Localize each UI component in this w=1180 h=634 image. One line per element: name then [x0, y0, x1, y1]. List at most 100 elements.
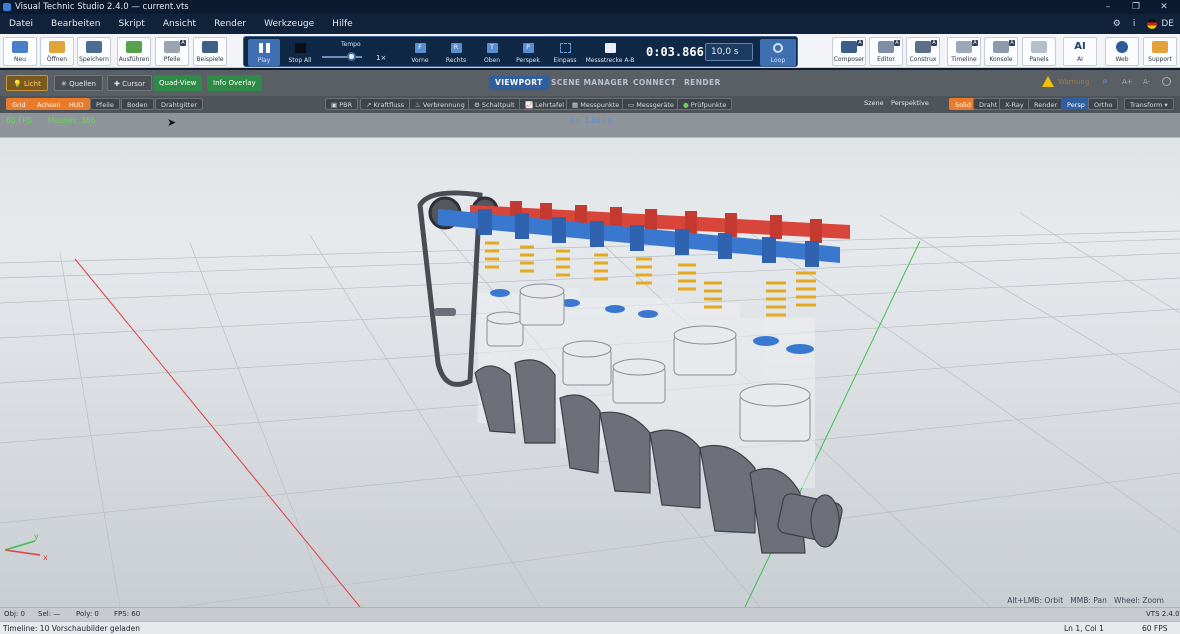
grid-toggle[interactable]: Grid	[6, 98, 32, 110]
display-options-toolbar: Grid Achsen HUD Pfeile Boden Drahtgitter…	[0, 96, 1180, 113]
pbr-toggle[interactable]: ▣ PBR	[325, 98, 359, 110]
hud-toggle[interactable]: HUD	[63, 98, 90, 110]
light-toggle[interactable]: 💡 Licht	[6, 75, 48, 91]
mouse-cursor-icon: ➤	[167, 116, 177, 129]
title-bar: Visual Technic Studio 2.4.0 — current.vt…	[0, 0, 1180, 14]
mode-xray[interactable]: X-Ray	[999, 98, 1030, 110]
projection-ortho[interactable]: Ortho	[1088, 98, 1119, 110]
duration-input[interactable]: 10,0 s	[705, 43, 753, 61]
chart-board-toggle[interactable]: 📈 Lehrtafel	[519, 98, 571, 110]
tab-viewport[interactable]: VIEWPORT	[489, 76, 549, 90]
arrows-button[interactable]: Pfeile A	[155, 37, 189, 66]
tab-scene-manager[interactable]: SCENE MANAGER	[545, 76, 635, 90]
menu-werkzeuge[interactable]: Werkzeuge	[255, 14, 323, 34]
measure-ab-button[interactable]: Messstrecke A-B	[586, 39, 634, 66]
loop-button[interactable]: Loop	[760, 39, 796, 66]
combustion-toggle[interactable]: ♨ Verbrennung	[409, 98, 471, 110]
font-decrease-button[interactable]: A-	[1143, 78, 1150, 86]
console-button[interactable]: Konsole A	[984, 37, 1018, 66]
save-button[interactable]: Speichern	[77, 37, 111, 66]
panels-icon	[1031, 41, 1047, 53]
switch-icon: ⚙	[474, 101, 482, 109]
construx-button[interactable]: Construx A	[906, 37, 940, 66]
timeline-button[interactable]: Timeline A	[947, 37, 981, 66]
shortcut-badge: A	[857, 40, 863, 46]
view-front-button[interactable]: F Vorne	[404, 39, 436, 66]
editor-button[interactable]: Editor A	[869, 37, 903, 66]
footer-bar: Timeline: 10 Vorschaubilder geladen Ln 1…	[0, 621, 1180, 634]
navigation-hint: Alt+LMB: Orbit MMB: Pan Wheel: Zoom	[1007, 596, 1164, 605]
menu-render[interactable]: Render	[205, 14, 255, 34]
new-button[interactable]: Neu	[3, 37, 37, 66]
web-button[interactable]: Web	[1105, 37, 1139, 66]
german-flag-icon[interactable]	[1147, 19, 1158, 29]
tab-connect[interactable]: CONNECT	[627, 76, 682, 90]
view-top-button[interactable]: T Oben	[476, 39, 508, 66]
stop-icon	[294, 43, 306, 53]
warning-icon[interactable]	[1042, 76, 1054, 87]
transform-dropdown[interactable]: Transform ▾	[1124, 98, 1174, 110]
menu-hilfe[interactable]: Hilfe	[323, 14, 361, 34]
info-icon[interactable]: i	[1133, 19, 1136, 29]
menu-ansicht[interactable]: Ansicht	[154, 14, 205, 34]
close-button[interactable]: ✕	[1150, 0, 1178, 14]
view-right-button[interactable]: R Rechts	[440, 39, 472, 66]
menu-datei[interactable]: Datei	[0, 14, 42, 34]
shortcut-badge: A	[1009, 40, 1015, 46]
perspective-label: Perspektive	[891, 99, 929, 107]
flame-icon: ♨	[415, 101, 423, 109]
cursor-position: Ln 1, Col 1	[1064, 624, 1104, 633]
ai-icon: AI	[1074, 41, 1086, 52]
search-icon[interactable]: ⌕	[1102, 76, 1108, 87]
status-polys: Poly: 0	[76, 610, 99, 618]
tab-render[interactable]: RENDER	[678, 76, 727, 90]
fullscreen-icon[interactable]	[1162, 77, 1171, 86]
language-label[interactable]: DE	[1161, 19, 1174, 29]
menu-skript[interactable]: Skript	[109, 14, 153, 34]
maximize-button[interactable]: ❐	[1122, 0, 1150, 14]
tempo-slider-track[interactable]	[322, 56, 362, 58]
floor-toggle[interactable]: Boden	[121, 98, 154, 110]
mode-render[interactable]: Render	[1028, 98, 1064, 110]
pbr-icon: ▣	[331, 101, 340, 109]
code-run-icon	[126, 41, 142, 53]
info-overlay-button[interactable]: Info Overlay	[207, 75, 262, 91]
panels-button[interactable]: Panels	[1022, 37, 1056, 66]
viewport-scene: x y	[0, 190, 1180, 607]
fit-view-button[interactable]: Einpass	[549, 39, 581, 66]
projection-persp[interactable]: Persp	[1061, 98, 1091, 110]
settings-gear-icon[interactable]: ⚙	[1113, 19, 1121, 29]
measure-points-toggle[interactable]: ▦ Messpunkte	[566, 98, 626, 110]
checkpoints-toggle[interactable]: ● Prüfpunkte	[677, 98, 733, 110]
quad-view-button[interactable]: Quad-View	[153, 75, 203, 91]
force-flow-toggle[interactable]: ↗ Kraftfluss	[360, 98, 411, 110]
ai-button[interactable]: AI AI	[1063, 37, 1097, 66]
tempo-slider-handle[interactable]	[347, 52, 356, 61]
footer-message: Timeline: 10 Vorschaubilder geladen	[3, 624, 141, 633]
timeline-icon	[956, 41, 972, 53]
sources-toggle[interactable]: ✳ Quellen	[54, 75, 103, 91]
3d-viewport[interactable]: x y Alt+LMB: Orbit MMB: Pan Wheel: Zoom	[0, 113, 1180, 607]
wireframe-toggle[interactable]: Drahtgitter	[155, 98, 204, 110]
menu-bearbeiten[interactable]: Bearbeiten	[42, 14, 109, 34]
play-button[interactable]: Play	[248, 39, 280, 66]
view-perspective-button[interactable]: P Perspek	[512, 39, 544, 66]
menu-bar: Datei Bearbeiten Skript Ansicht Render W…	[0, 14, 1180, 34]
new-file-icon	[12, 41, 28, 53]
front-view-icon: F	[414, 43, 426, 53]
composer-button[interactable]: Composer A	[832, 37, 866, 66]
gizmo-x-label: x	[43, 553, 48, 562]
run-button[interactable]: Ausführen	[117, 37, 151, 66]
stop-all-button[interactable]: Stop All	[284, 39, 316, 66]
examples-button[interactable]: Beispiele	[193, 37, 227, 66]
control-panel-toggle[interactable]: ⚙ Schaltpult	[468, 98, 521, 110]
axes-toggle[interactable]: Achsen	[31, 98, 67, 110]
open-button[interactable]: Öffnen	[40, 37, 74, 66]
measure-icon: ▦	[572, 101, 581, 109]
arrows-toggle[interactable]: Pfeile	[90, 98, 120, 110]
gauges-toggle[interactable]: ▭ Messgeräte	[622, 98, 680, 110]
font-increase-button[interactable]: A+	[1122, 78, 1133, 86]
cursor-toggle[interactable]: ✚ Cursor	[107, 75, 153, 91]
support-button[interactable]: Support	[1143, 37, 1177, 66]
minimize-button[interactable]: –	[1094, 0, 1122, 14]
